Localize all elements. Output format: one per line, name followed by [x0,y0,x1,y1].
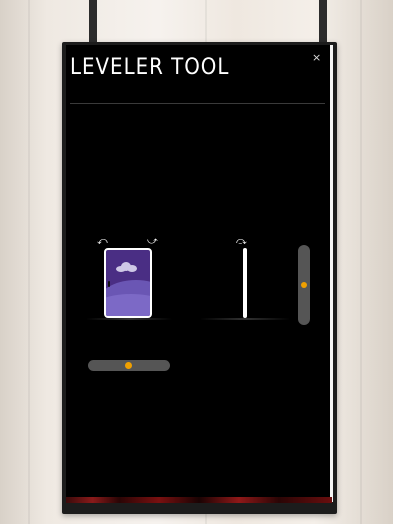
background-wall-seam [28,0,30,524]
close-icon[interactable]: × [312,51,321,64]
phone-front-preview-icon [104,248,152,318]
vertical-level-slider[interactable] [298,245,310,325]
screen-edge-highlight [330,45,333,502]
phone-button-mark [108,281,110,287]
hanging-pole-left [89,0,97,46]
rotate-left-icon[interactable]: ⤺ [97,236,108,247]
panel-title: LEVELER TOOL [70,55,230,80]
rotate-right-icon[interactable]: ⤻ [147,236,158,247]
vertical-slider-knob[interactable] [301,282,307,288]
hanging-pole-right [319,0,327,46]
tilt-icon[interactable]: ⤼ [236,236,247,247]
horizontal-slider-knob[interactable] [125,362,132,369]
screen-bottom-content-strip [66,497,332,503]
background-wall-seam [360,0,362,524]
cloud-icon [116,262,138,272]
phone-front-shadow [86,318,172,320]
phone-side-preview-icon [243,248,247,318]
phone-side-shadow [200,318,290,320]
horizontal-level-slider[interactable] [88,360,170,371]
phone-wallpaper-wave [106,294,150,316]
title-divider [70,103,325,104]
